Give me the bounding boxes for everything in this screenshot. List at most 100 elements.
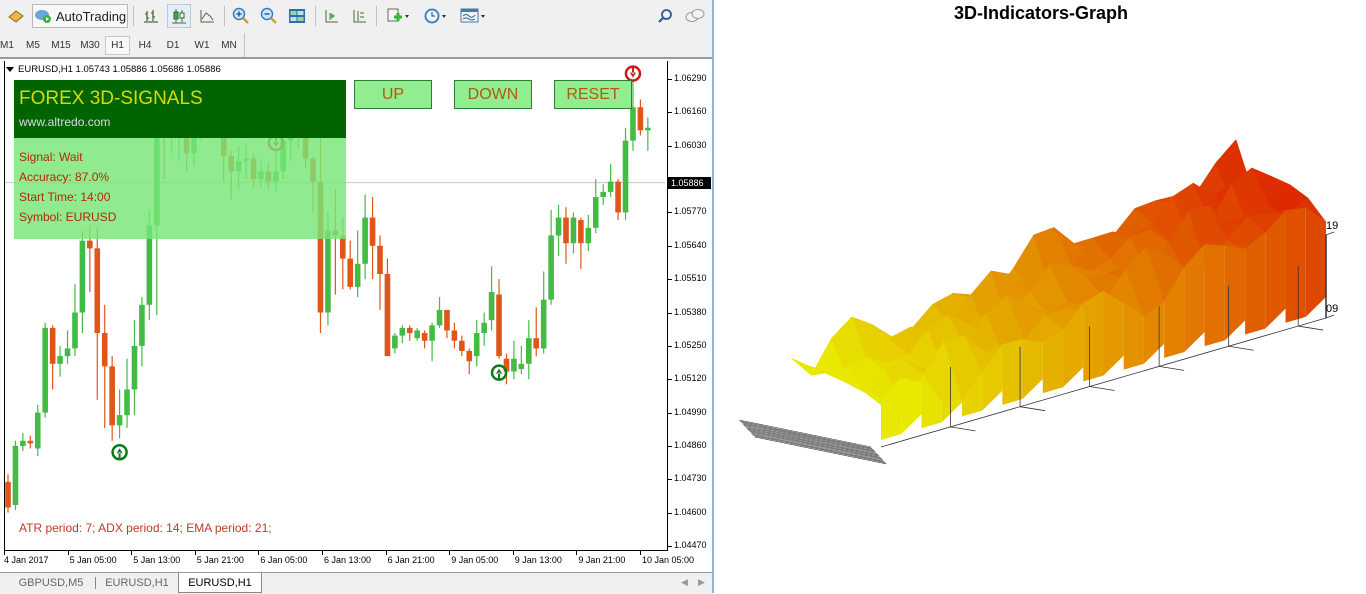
candle — [533, 307, 540, 357]
candle-body — [377, 245, 383, 275]
depth-grid-line — [747, 428, 880, 457]
candle-body — [42, 327, 48, 413]
candle — [511, 340, 517, 380]
candle-body — [124, 389, 130, 416]
candle-body — [354, 263, 361, 287]
time-tick-mark — [385, 551, 387, 555]
candle-body — [563, 217, 569, 244]
candle — [548, 209, 554, 305]
tile-windows-button[interactable] — [285, 4, 309, 28]
time-tick-mark — [67, 551, 69, 555]
time-tick-label: 6 Jan 21:00 — [387, 555, 435, 565]
time-tick-mark — [640, 551, 641, 555]
timeframe-bar: M1 M5 M15 M30 H1 H4 D1 W1 MN — [0, 33, 712, 57]
surface-facet — [1103, 290, 1124, 376]
candle-body — [466, 350, 473, 362]
surface-facet — [1002, 339, 1023, 405]
templates-button[interactable] — [456, 4, 490, 28]
candle-body — [473, 333, 480, 357]
candle-body — [79, 240, 86, 313]
candle-body — [585, 227, 592, 244]
signal-status: Signal: Wait — [19, 150, 83, 164]
new-order-button[interactable] — [4, 4, 28, 28]
candlestick-button[interactable] — [167, 4, 191, 28]
candle — [570, 212, 577, 254]
time-tick-label: 9 Jan 13:00 — [514, 555, 562, 565]
tab-scroll-left-icon[interactable]: ◀ — [681, 577, 688, 588]
price-tick-mark — [668, 512, 672, 514]
price-tick-mark — [668, 279, 672, 281]
candle — [600, 184, 606, 205]
chat-button[interactable] — [682, 4, 708, 28]
candle-body — [421, 333, 428, 341]
candle — [20, 433, 26, 452]
zoom-in-button[interactable] — [229, 4, 253, 28]
collapse-triangle-icon[interactable] — [6, 66, 14, 72]
candle-body — [496, 294, 502, 357]
surface-mesh — [790, 139, 1327, 440]
bar-chart-icon — [144, 10, 158, 23]
timeframe-d1[interactable]: D1 — [161, 36, 185, 55]
autotrading-button[interactable]: AutoTrading — [32, 4, 128, 28]
line-chart-icon — [200, 10, 214, 23]
scroll-chart-button[interactable] — [320, 4, 342, 28]
reset-button[interactable]: RESET — [554, 80, 632, 109]
timeframe-m15[interactable]: M15 — [48, 36, 74, 55]
time-tick-label: 4 Jan 2017 — [4, 555, 49, 565]
chart-shift-button[interactable] — [348, 4, 370, 28]
candle — [392, 333, 398, 354]
down-button[interactable]: DOWN — [454, 80, 532, 109]
timeframe-h4[interactable]: H4 — [133, 36, 157, 55]
timeframe-mn[interactable]: MN — [217, 36, 241, 55]
surface-facet — [1204, 244, 1225, 347]
price-tick-mark — [668, 479, 672, 481]
time-axis[interactable]: 4 Jan 2017 5 Jan 05:00 5 Jan 13:00 5 Jan 21… — [0, 551, 694, 571]
timeframe-m5[interactable]: M5 — [22, 36, 44, 55]
candle — [444, 309, 450, 339]
chart-window[interactable]: EURUSD,H1 1.05743 1.05886 1.05686 1.0588… — [0, 57, 712, 572]
depth-grid-line — [746, 427, 879, 456]
candle — [124, 358, 130, 428]
price-axis[interactable]: 1.06290 1.06160 1.06030 1.05770 1.05640 1.055… — [668, 61, 712, 553]
candle — [637, 99, 644, 136]
bar-chart-button[interactable] — [140, 4, 162, 28]
candle — [615, 179, 621, 221]
timeframe-w1[interactable]: W1 — [190, 36, 214, 55]
surface-facet — [1224, 245, 1246, 341]
up-button[interactable]: UP — [354, 80, 432, 109]
timeframe-h1[interactable]: H1 — [105, 36, 130, 55]
candle — [459, 335, 465, 357]
time-tick-label: 5 Jan 13:00 — [133, 555, 181, 565]
candle — [64, 330, 71, 364]
zoom-out-icon — [260, 7, 277, 24]
chat-icon — [685, 9, 705, 22]
timeframe-m1[interactable]: M1 — [0, 36, 18, 55]
search-button[interactable] — [654, 4, 676, 28]
candle-body — [139, 304, 145, 346]
indicators-button[interactable] — [382, 4, 414, 28]
time-tick-label: 9 Jan 21:00 — [578, 555, 626, 565]
candle — [79, 230, 86, 334]
chart-tab-active[interactable]: EURUSD,H1 — [178, 573, 262, 593]
candle — [347, 240, 354, 290]
time-tick-mark — [449, 551, 451, 555]
time-tick-label: 6 Jan 13:00 — [324, 555, 372, 565]
line-chart-button[interactable] — [196, 4, 218, 28]
candle — [139, 297, 145, 367]
candle-body — [630, 107, 636, 141]
candle — [451, 322, 458, 349]
price-tick-label: 1.06160 — [674, 106, 707, 117]
indicator-params: ATR period: 7; ADX period: 14; EMA perio… — [19, 521, 272, 535]
tab-scroll-right-icon[interactable]: ▶ — [698, 577, 705, 588]
accuracy-value: Accuracy: 87.0% — [19, 170, 110, 184]
chart-tab[interactable]: GBPUSD,M5 — [8, 573, 94, 592]
candle — [369, 197, 376, 280]
chart-tab[interactable]: EURUSD,H1 — [97, 573, 177, 592]
candle — [607, 163, 614, 198]
zoom-out-button[interactable] — [257, 4, 281, 28]
price-tick-label: 1.05510 — [674, 273, 707, 284]
periods-button[interactable] — [419, 4, 451, 28]
price-tick-mark — [668, 312, 672, 314]
timeframe-m30[interactable]: M30 — [77, 36, 103, 55]
3d-surface-plot: 19 09 — [738, 139, 1338, 465]
